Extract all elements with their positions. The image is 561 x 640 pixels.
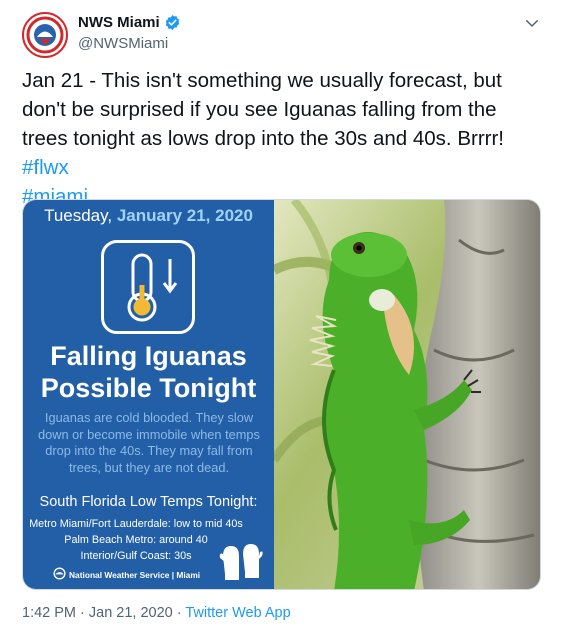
graphic-footer: National Weather Service | Miami (69, 570, 201, 580)
tweet-media[interactable]: Tuesday, January 21, 2020 Falling Iguana… (22, 199, 541, 590)
tweet-text-main: Jan 21 - This isn't something we usually… (22, 69, 505, 150)
tweet-text: Jan 21 - This isn't something we usually… (22, 66, 532, 211)
graphic-date-value: January 21, 2020 (116, 206, 253, 225)
avatar[interactable] (22, 12, 68, 58)
headline-line1: Falling Iguanas (50, 341, 247, 371)
graphic-description: Iguanas are cold blooded. They slow down… (38, 410, 260, 475)
headline-line2: Possible Tonight (40, 373, 257, 403)
nws-logo-icon (25, 15, 65, 55)
iguana-photo (274, 200, 540, 589)
graphic-headline: Falling Iguanas Possible Tonight (23, 340, 274, 404)
author-handle[interactable]: @NWSMiami (78, 35, 168, 52)
author-name[interactable]: NWS Miami (78, 14, 160, 31)
source-app-link[interactable]: Twitter Web App (185, 605, 290, 621)
tweet: NWS Miami @NWSMiami Jan 21 - This isn't … (0, 0, 561, 640)
low-temp-metro-miami: Metro Miami/Fort Lauderdale: low to mid … (29, 518, 243, 530)
down-arrow-icon (162, 259, 178, 294)
graphic-date-prefix: Tuesday, (44, 206, 117, 225)
low-temp-palm-beach: Palm Beach Metro: around 40 (64, 534, 208, 546)
lows-title: South Florida Low Temps Tonight: (39, 494, 258, 510)
gloves-icon (219, 544, 263, 580)
noaa-logo-icon (53, 567, 66, 580)
nws-graphic-panel: Tuesday, January 21, 2020 Falling Iguana… (23, 200, 274, 589)
author-name-row[interactable]: NWS Miami (78, 14, 181, 31)
hashtag-flwx[interactable]: #flwx (22, 156, 69, 179)
graphic-date: Tuesday, January 21, 2020 (23, 206, 274, 226)
thermometer-box (101, 240, 195, 334)
verified-badge-icon (165, 15, 179, 30)
chevron-down-icon[interactable] (523, 14, 541, 32)
tweet-timestamp: 1:42 PM · Jan 21, 2020 · Twitter Web App (22, 605, 291, 621)
timestamp-text[interactable]: 1:42 PM · Jan 21, 2020 · (22, 605, 185, 621)
low-temp-interior: Interior/Gulf Coast: 30s (80, 550, 192, 562)
